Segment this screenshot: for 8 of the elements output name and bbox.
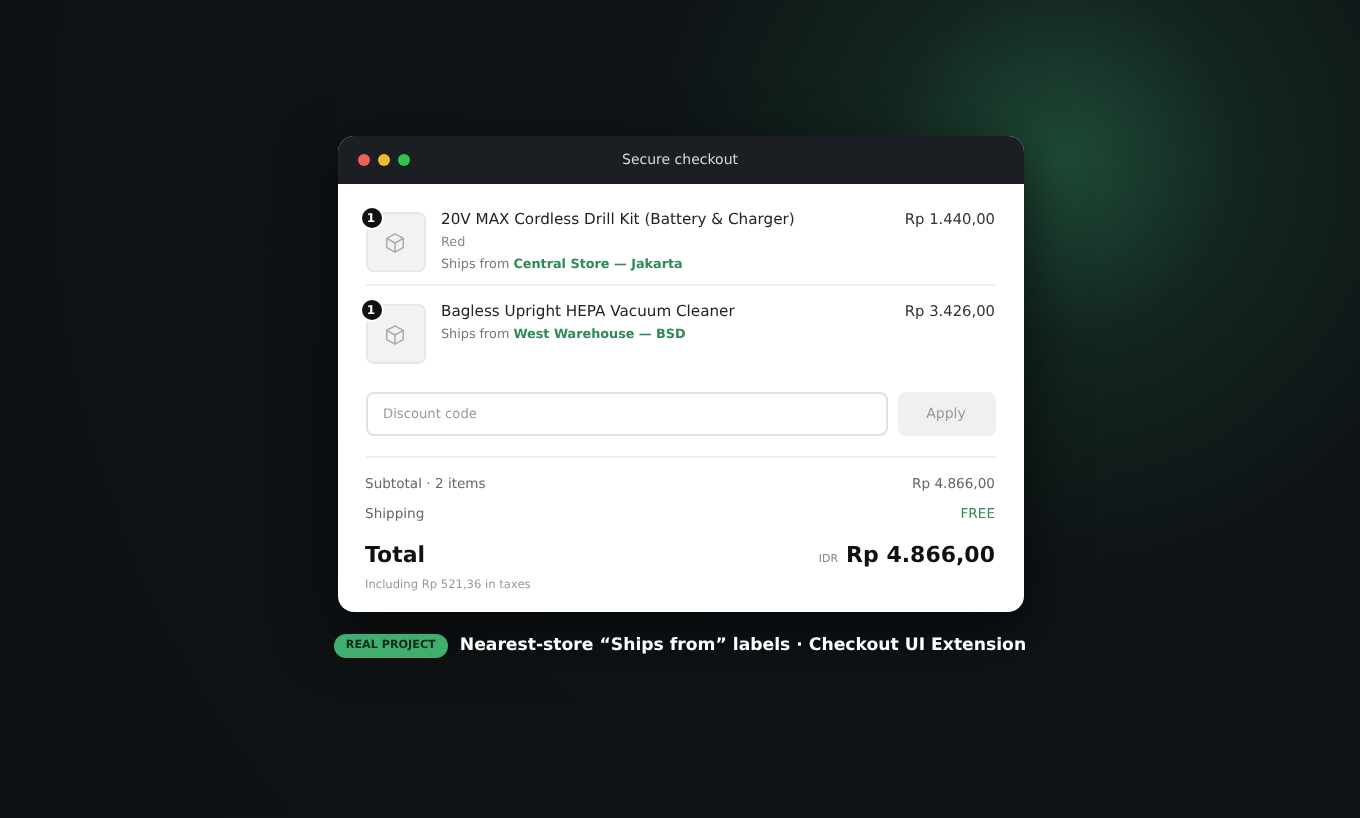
minimize-button[interactable]	[377, 154, 389, 166]
total-label: Total	[365, 542, 426, 568]
total-value: Rp 4.866,00	[846, 542, 995, 568]
maximize-button[interactable]	[397, 154, 409, 166]
package-icon	[384, 323, 406, 345]
close-button[interactable]	[357, 154, 369, 166]
package-icon	[384, 231, 406, 253]
caption-text: Nearest-store “Ships from” labels · Checkout UI Extension	[459, 636, 1027, 656]
